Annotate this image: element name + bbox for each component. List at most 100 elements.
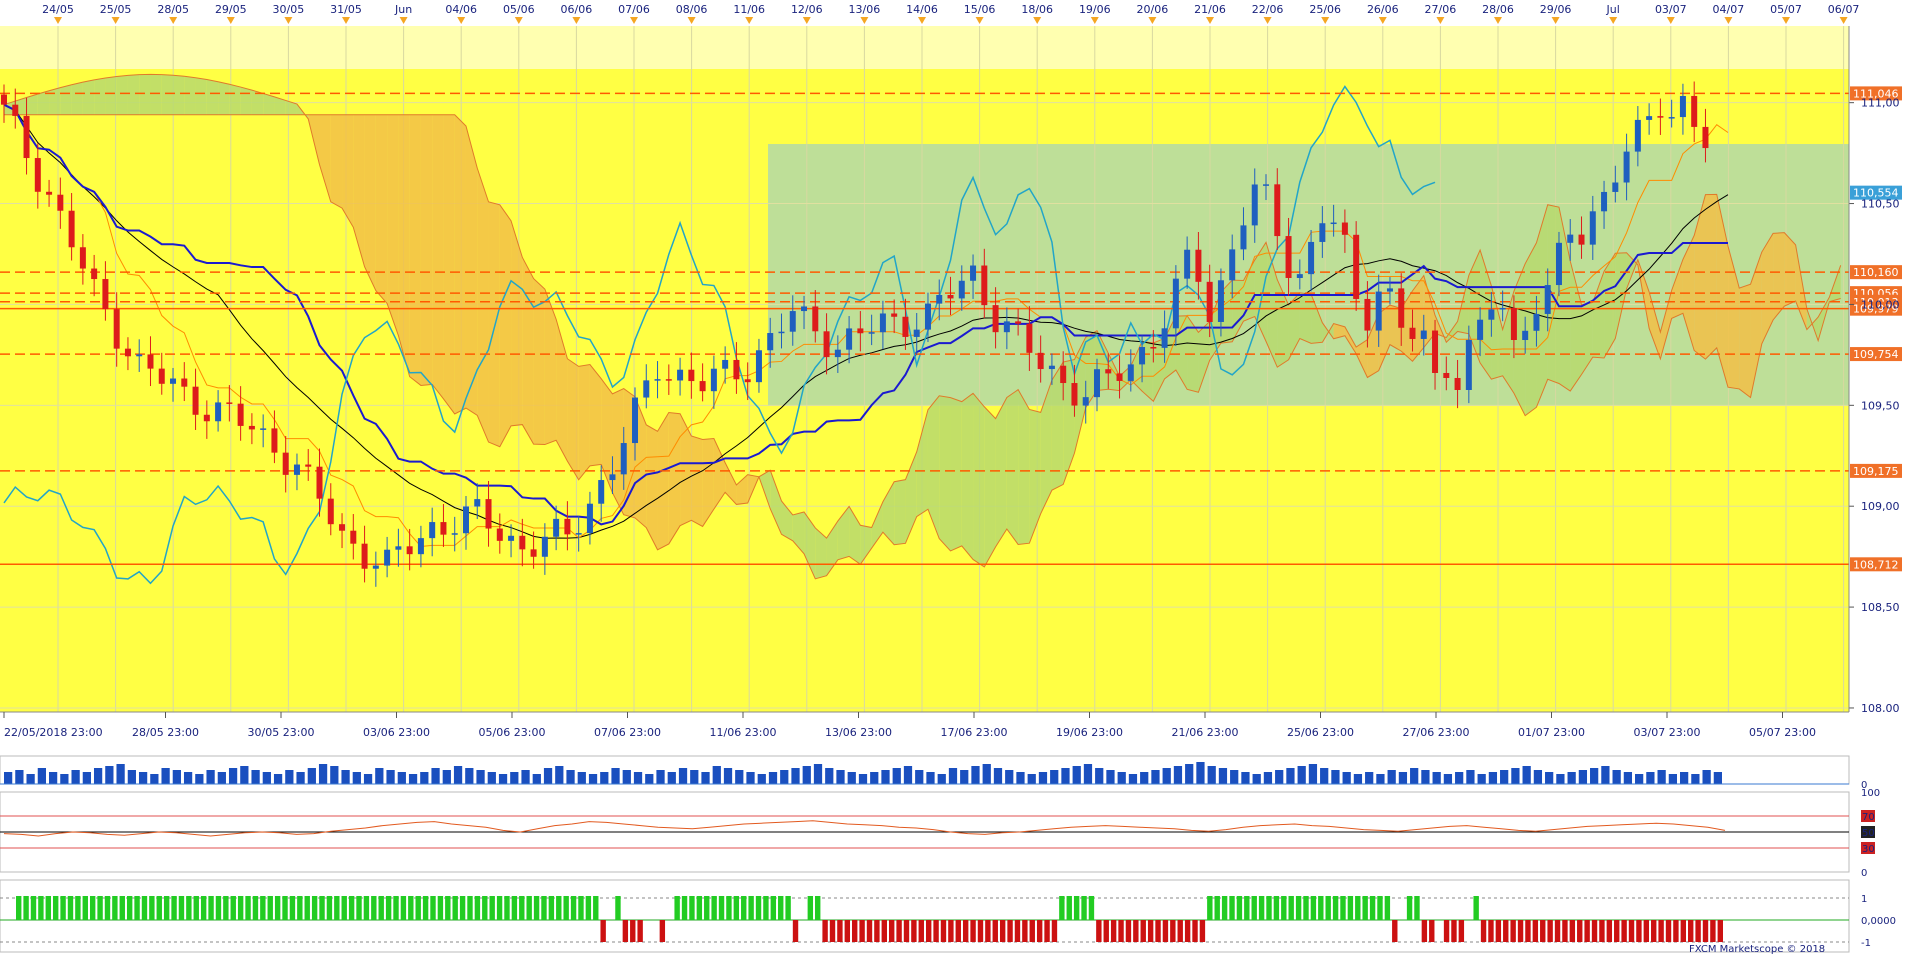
oscillator-bar	[141, 896, 148, 920]
volume-bar	[363, 774, 373, 784]
cloud-segment	[1705, 194, 1717, 360]
oscillator-bar	[393, 896, 399, 920]
cloud-segment	[589, 364, 602, 466]
candle-body	[575, 533, 582, 535]
bottom-date-label: 17/06 23:00	[941, 726, 1008, 739]
oscillator-bar	[1702, 920, 1709, 942]
volume-bar	[566, 770, 575, 784]
oscillator-bar	[1295, 896, 1302, 920]
top-date-label: 12/06	[791, 3, 823, 16]
oscillator-bar	[704, 896, 710, 920]
candle-body	[440, 522, 447, 535]
volume-bar	[1072, 766, 1081, 784]
cloud-segment	[116, 75, 128, 115]
oscillator-bar	[1547, 920, 1553, 942]
oscillator-bar	[1643, 920, 1650, 942]
volume-bar	[273, 774, 283, 784]
volume-bar	[510, 772, 519, 784]
oscillator-bar	[822, 920, 828, 942]
cloud-segment	[127, 74, 140, 115]
candle-body	[305, 464, 312, 467]
cloud-segment	[657, 412, 669, 550]
oscillator-bar	[1229, 896, 1235, 920]
volume-bar	[1342, 772, 1351, 784]
oscillator-bar	[733, 896, 740, 920]
volume-bar	[555, 766, 564, 784]
volume-bar	[93, 768, 103, 784]
oscillator-bar	[1451, 920, 1457, 942]
oscillator-bar	[1525, 920, 1531, 942]
volume-bar	[903, 766, 913, 784]
volume-bar	[1455, 772, 1464, 784]
oscillator-bar	[585, 896, 592, 920]
volume-bar	[195, 774, 204, 784]
candle-body	[598, 480, 605, 504]
oscillator-bar	[1614, 920, 1620, 942]
candle-body	[1172, 278, 1179, 329]
oscillator-bar	[1421, 920, 1428, 942]
candle-body	[1443, 372, 1450, 378]
oscillator-bar	[1569, 920, 1576, 942]
candle-body	[68, 210, 75, 248]
oscillator-bar	[1584, 920, 1590, 942]
volume-bar	[375, 768, 384, 784]
candle-body	[1139, 347, 1146, 365]
oscillator-bar	[881, 920, 887, 942]
bottom-date-label: 01/07 23:00	[1518, 726, 1585, 739]
top-date-label: 25/05	[100, 3, 132, 16]
volume-bar	[1545, 772, 1554, 784]
volume-bar	[1432, 772, 1441, 784]
oscillator-bar	[1369, 896, 1376, 920]
oscillator-bar	[186, 896, 192, 920]
oscillator-bar	[1665, 920, 1672, 942]
oscillator-bar	[681, 896, 688, 920]
candle-body	[1623, 151, 1630, 183]
oscillator-bar	[1717, 920, 1723, 942]
candle-body	[665, 379, 672, 381]
oscillator-bar	[866, 920, 873, 942]
oscillator-bar	[1073, 896, 1080, 920]
bottom-date-label: 11/06 23:00	[710, 726, 777, 739]
volume-bar	[937, 774, 946, 784]
oscillator-bar	[1170, 920, 1176, 942]
oscillator-bar	[149, 896, 155, 920]
volume-bar	[476, 770, 485, 784]
volume-bar	[543, 768, 553, 784]
candle-body	[136, 354, 143, 357]
oscillator-bar	[689, 896, 695, 920]
volume-bar	[138, 772, 148, 784]
oscillator-bar	[415, 896, 421, 920]
oscillator-bar	[674, 896, 680, 920]
oscillator-bar	[178, 896, 185, 920]
oscillator-bar	[230, 896, 236, 920]
cloud-segment	[1299, 292, 1312, 344]
oscillator-bar	[38, 896, 44, 920]
candle-body	[23, 115, 30, 159]
volume-bar	[105, 766, 114, 784]
oscillator-bar	[1406, 896, 1413, 920]
oscillator-bar	[1606, 920, 1613, 942]
volume-bar	[600, 772, 609, 784]
copyright-label: FXCM Marketscope © 2018	[1689, 944, 1825, 955]
oscillator-bar	[1310, 896, 1317, 920]
top-date-label: 14/06	[906, 3, 938, 16]
candle-body	[1544, 285, 1551, 314]
oscillator-bar	[408, 896, 414, 920]
volume-bar	[1106, 770, 1115, 784]
candle-body	[688, 369, 695, 382]
volume-bar	[746, 772, 755, 784]
volume-bar	[1488, 772, 1498, 784]
volume-bar	[948, 768, 958, 784]
oscillator-bar	[237, 896, 244, 920]
oscillator-bar	[837, 920, 843, 942]
volume-bar	[1646, 772, 1655, 784]
oscillator-bar	[252, 896, 259, 920]
top-date-label: 28/05	[157, 3, 189, 16]
candle-body	[710, 368, 717, 392]
volume-bar	[1286, 768, 1295, 784]
oscillator-bar	[896, 920, 902, 942]
oscillator-bar	[504, 896, 510, 920]
cloud-segment	[454, 114, 466, 414]
candle-body	[722, 359, 729, 369]
oscillator-bar	[1392, 920, 1398, 942]
